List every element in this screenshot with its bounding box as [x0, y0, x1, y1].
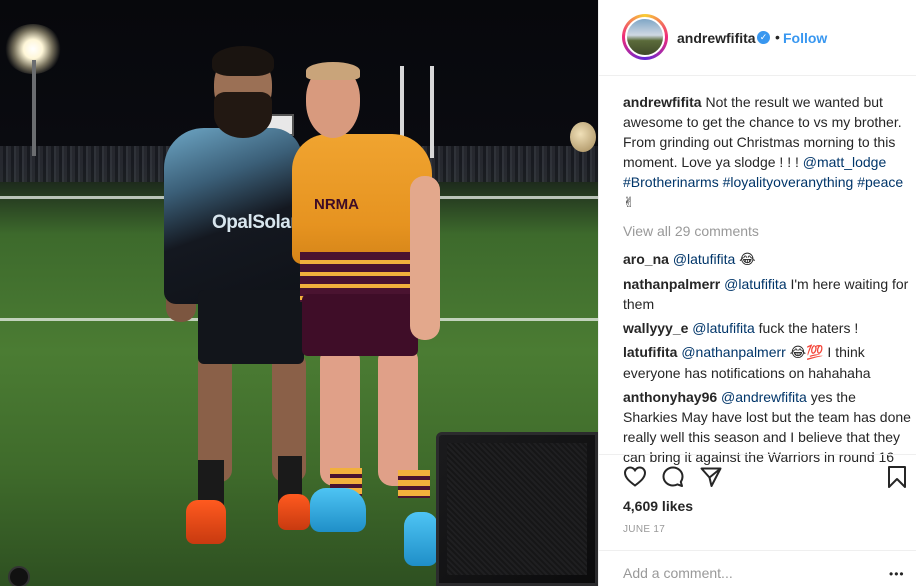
comment-icon[interactable]	[661, 465, 685, 489]
comment-mention[interactable]: @latufifita	[724, 276, 786, 292]
player-left-boot	[186, 500, 226, 544]
post-header: andrewfifita ✓ • Follow	[599, 0, 916, 76]
comments-list: andrewfifita Not the result we wanted bu…	[623, 92, 911, 471]
player-left-beard	[214, 92, 272, 138]
player-left-hair	[212, 46, 274, 76]
comment-item: aro_na @latufifita 😂	[623, 249, 911, 270]
floodlight-pole	[32, 60, 36, 156]
comment-mention[interactable]: @latufifita	[692, 320, 754, 336]
comment-item: wallyyy_e @latufifita fuck the haters !	[623, 318, 911, 338]
caption-username[interactable]: andrewfifita	[623, 94, 702, 110]
jersey-sponsor-left: OpalSolar	[212, 212, 298, 233]
more-options-icon[interactable]: •••	[889, 567, 905, 581]
peace-emoji: ✌	[623, 195, 635, 211]
caption-hashtags[interactable]: #Brotherinarms #loyalityoveranything #pe…	[623, 174, 903, 190]
player-right-shorts	[302, 294, 418, 356]
comment-username[interactable]: aro_na	[623, 251, 669, 267]
goal-post	[430, 66, 434, 158]
verified-badge-icon: ✓	[757, 31, 770, 44]
username-link[interactable]: andrewfifita	[677, 30, 756, 46]
comment-username[interactable]: anthonyhay96	[623, 389, 717, 405]
laugh-emoji: 😂	[739, 252, 756, 268]
heart-icon[interactable]	[623, 465, 647, 487]
follow-button[interactable]: Follow	[783, 30, 827, 46]
add-comment-bar: •••	[599, 550, 916, 586]
comment-username[interactable]: latufifita	[623, 344, 677, 360]
comment-item: latufifita @nathanpalmerr 😂💯 I think eve…	[623, 342, 911, 383]
player-right-boot	[310, 488, 366, 532]
player-right-leg	[378, 346, 418, 486]
comment-mention[interactable]: @nathanpalmerr	[681, 344, 786, 360]
comment-mention[interactable]: @andrewfifita	[721, 389, 807, 405]
comment-text: fuck the haters !	[754, 320, 859, 336]
comment-username[interactable]: nathanpalmerr	[623, 276, 720, 292]
user-tag-icon[interactable]	[8, 566, 30, 586]
action-bar	[599, 454, 916, 494]
laugh-100-emoji: 😂💯	[789, 345, 824, 361]
comment-item: nathanpalmerr @latufifita I'm here waiti…	[623, 274, 911, 314]
speaker-box	[436, 432, 598, 586]
player-left-shorts	[198, 290, 304, 364]
player-left-boot	[278, 494, 310, 530]
bookmark-icon[interactable]	[887, 465, 907, 489]
comment-mention[interactable]: @latufifita	[673, 251, 735, 267]
caption-mention[interactable]: @matt_lodge	[803, 154, 886, 170]
post-photo[interactable]: OpalSolar NRMA	[0, 0, 598, 586]
player-right-leg	[320, 346, 360, 486]
player-right-sock	[398, 470, 430, 498]
comment-username[interactable]: wallyyy_e	[623, 320, 688, 336]
avatar[interactable]	[625, 17, 665, 57]
likes-count[interactable]: 4,609 likes	[623, 498, 693, 514]
share-icon[interactable]	[699, 465, 723, 489]
caption: andrewfifita Not the result we wanted bu…	[623, 92, 911, 213]
jersey-sponsor-right: NRMA	[314, 196, 359, 213]
post-sidebar: andrewfifita ✓ • Follow andrewfifita Not…	[598, 0, 916, 586]
player-right-hair	[306, 62, 360, 80]
post-date[interactable]: JUNE 17	[623, 524, 665, 535]
player-right-arm	[410, 176, 440, 340]
view-all-comments-link[interactable]: View all 29 comments	[623, 221, 911, 241]
add-comment-input[interactable]	[623, 565, 863, 581]
separator-dot: •	[775, 29, 780, 45]
balloon	[570, 122, 596, 152]
player-right-boot	[404, 512, 438, 566]
